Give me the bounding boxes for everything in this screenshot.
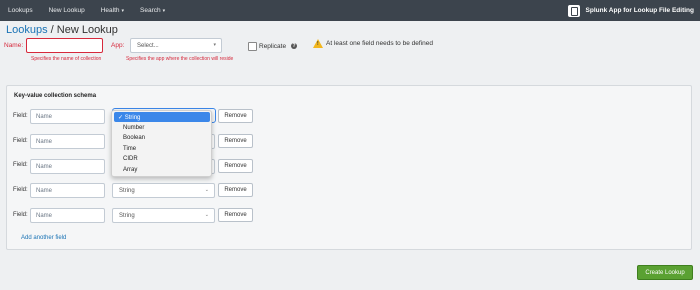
breadcrumb-separator: / [47, 24, 57, 36]
type-option-array[interactable]: Array [114, 165, 210, 175]
field-label: Field: [13, 138, 28, 144]
field-type-select[interactable]: String ⌄ [112, 183, 215, 198]
remove-button[interactable]: Remove [218, 109, 253, 123]
field-type-select[interactable]: String ⌄ [112, 208, 215, 223]
replicate-checkbox[interactable] [248, 42, 257, 51]
nav-new-lookup[interactable]: New Lookup [49, 7, 85, 14]
nav-health-label: Health [100, 7, 120, 14]
app-select-value: Select... [137, 42, 159, 49]
field-label: Field: [13, 113, 28, 119]
field-label: Field: [13, 187, 28, 193]
create-lookup-button[interactable]: Create Lookup [637, 265, 693, 280]
name-input[interactable] [26, 38, 103, 53]
name-label: Name: [4, 42, 24, 49]
field-name-input[interactable]: Name [30, 208, 105, 223]
caret-down-icon: ▾ [213, 42, 216, 48]
app-title-label: Splunk App for Lookup File Editing [585, 7, 694, 14]
nav-health[interactable]: Health ▾ [101, 7, 124, 14]
remove-button[interactable]: Remove [218, 208, 253, 222]
caret-down-icon: ▾ [121, 7, 125, 14]
nav-lookups[interactable]: Lookups [8, 7, 33, 14]
field-name-input[interactable]: Name [30, 183, 105, 198]
type-option-number[interactable]: Number [114, 123, 210, 133]
page-title: New Lookup [56, 24, 118, 36]
type-option-cidr[interactable]: CIDR [114, 154, 210, 164]
replicate-label: Replicate [259, 43, 287, 50]
top-navigation-bar: Lookups New Lookup Health ▾ Search ▾ Splun… [0, 0, 700, 21]
field-label: Field: [13, 212, 28, 218]
breadcrumb-lookups-link[interactable]: Lookups [6, 24, 48, 36]
caret-down-icon: ▾ [162, 7, 166, 14]
nav-search-label: Search [140, 7, 161, 14]
name-hint: Specifies the name of collection [31, 56, 102, 62]
type-dropdown-menu: ✓ String Number Boolean Time CIDR Array [111, 110, 212, 177]
nav-search[interactable]: Search ▾ [140, 7, 165, 14]
schema-title: Key-value collection schema [14, 93, 97, 99]
remove-button[interactable]: Remove [218, 183, 253, 197]
app-hint: Specifies the app where the collection w… [126, 56, 234, 62]
remove-button[interactable]: Remove [218, 159, 253, 173]
field-type-value: String [119, 187, 135, 194]
remove-button[interactable]: Remove [218, 134, 253, 148]
warning-icon [313, 39, 323, 48]
schema-panel [6, 85, 692, 250]
warning-message: At least one field needs to be defined [326, 40, 433, 47]
field-name-input[interactable]: Name [30, 109, 105, 124]
app-select[interactable]: Select... ▾ [130, 38, 222, 53]
chevron-down-icon: ⌄ [204, 212, 209, 218]
breadcrumb: Lookups / New Lookup [6, 24, 118, 36]
add-field-link[interactable]: Add another field [21, 235, 66, 241]
help-icon[interactable]: ? [291, 43, 297, 49]
app-title[interactable]: Splunk App for Lookup File Editing [567, 0, 694, 21]
chevron-down-icon: ⌄ [204, 187, 209, 193]
app-logo-icon [567, 4, 580, 17]
field-name-input[interactable]: Name [30, 134, 105, 149]
field-name-input[interactable]: Name [30, 159, 105, 174]
type-option-boolean[interactable]: Boolean [114, 133, 210, 143]
field-type-value: String [119, 212, 135, 219]
type-option-string[interactable]: ✓ String [114, 112, 210, 122]
type-option-time[interactable]: Time [114, 144, 210, 154]
app-label: App: [111, 42, 125, 49]
field-label: Field: [13, 162, 28, 168]
